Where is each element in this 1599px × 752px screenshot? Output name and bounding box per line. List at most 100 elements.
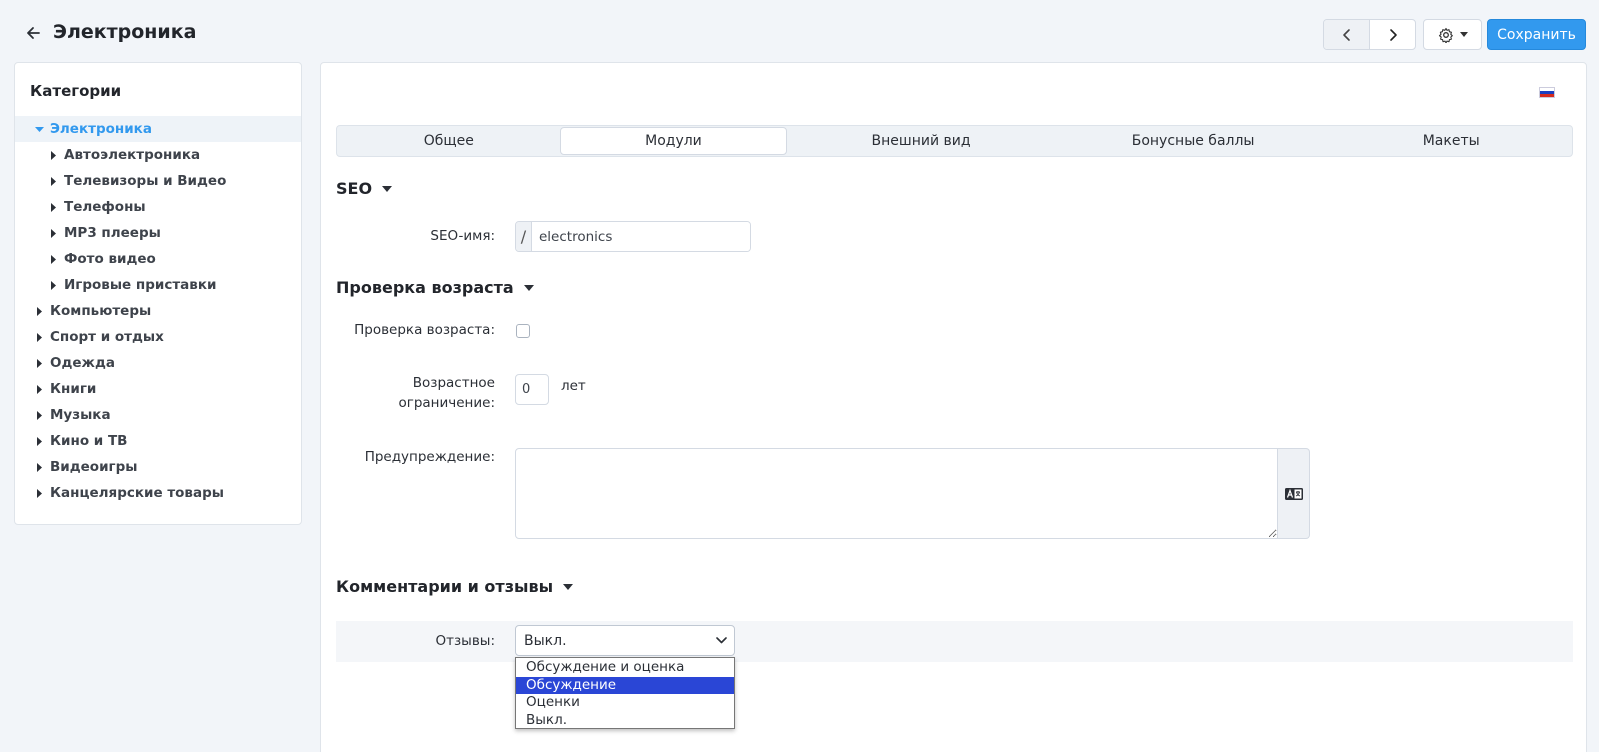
sidebar-item-label: Компьютеры: [50, 303, 152, 319]
age-limit-label: Возрастное ограничение:: [398, 373, 495, 413]
sidebar-item-label: Телевизоры и Видео: [64, 173, 227, 189]
caret-right-icon[interactable]: [46, 228, 60, 238]
sidebar-item[interactable]: Электроника: [15, 116, 301, 142]
sidebar-item-label: MP3 плееры: [64, 225, 161, 241]
sidebar-item[interactable]: MP3 плееры: [15, 220, 301, 246]
caret-down-icon: [382, 185, 393, 192]
reviews-label: Отзывы:: [435, 633, 496, 649]
sidebar-item[interactable]: Компьютеры: [15, 298, 301, 324]
caret-right-icon[interactable]: [46, 280, 60, 290]
caret-right-icon[interactable]: [32, 384, 46, 394]
reviews-select[interactable]: Выкл.: [515, 625, 735, 656]
chevron-left-icon: [1342, 28, 1350, 41]
translate-icon: [1284, 487, 1303, 500]
caret-down-icon: [1459, 32, 1468, 37]
reviews-select-value: Выкл.: [524, 632, 567, 649]
sidebar-item[interactable]: Книги: [15, 376, 301, 402]
caret-right-icon[interactable]: [32, 488, 46, 498]
caret-right-icon[interactable]: [32, 410, 46, 420]
tab-bonus-points[interactable]: Бонусные баллы: [1055, 127, 1332, 155]
caret-right-icon[interactable]: [46, 176, 60, 186]
caret-right-icon[interactable]: [46, 150, 60, 160]
caret-right-icon[interactable]: [46, 254, 60, 264]
seo-section-toggle[interactable]: SEO: [336, 179, 393, 198]
tab-bar: Общее Модули Внешний вид Бонусные баллы …: [336, 125, 1573, 157]
age-limit-label-line2: ограничение:: [398, 395, 495, 411]
language-flag-icon[interactable]: [1539, 87, 1555, 98]
main-panel: Общее Модули Внешний вид Бонусные баллы …: [320, 62, 1587, 752]
sidebar-item[interactable]: Автоэлектроника: [15, 142, 301, 168]
caret-down-icon: [523, 284, 534, 291]
categories-sidebar: Категории Электроника Автоэлектроника Теле…: [14, 62, 302, 525]
sidebar-item-label: Автоэлектроника: [64, 147, 201, 163]
sidebar-item[interactable]: Фото видео: [15, 246, 301, 272]
age-limit-unit: лет: [561, 378, 586, 394]
sidebar-item[interactable]: Музыка: [15, 402, 301, 428]
reviews-option[interactable]: Обсуждение и оценка: [516, 659, 734, 677]
reviews-dropdown-list: Обсуждение и оценка Обсуждение Оценки Выкл.: [515, 657, 735, 729]
gear-icon: [1438, 27, 1453, 43]
sidebar-item[interactable]: Канцелярские товары: [15, 480, 301, 506]
caret-down-icon[interactable]: [32, 126, 46, 132]
age-section-title: Проверка возраста: [336, 278, 514, 297]
sidebar-item-label: Одежда: [50, 355, 115, 371]
seo-prefix: /: [516, 222, 532, 251]
caret-right-icon[interactable]: [32, 436, 46, 446]
seo-name-label: SEO-имя:: [430, 228, 495, 244]
age-check-checkbox[interactable]: [516, 324, 530, 338]
caret-down-icon: [563, 583, 574, 590]
flag-stripe-red: [1540, 93, 1554, 97]
sidebar-item[interactable]: Спорт и отдых: [15, 324, 301, 350]
sidebar-item[interactable]: Телевизоры и Видео: [15, 168, 301, 194]
warning-textarea[interactable]: [515, 448, 1278, 539]
sidebar-item-label: Канцелярские товары: [50, 485, 224, 501]
warning-label: Предупреждение:: [364, 449, 495, 465]
sidebar-item-label: Фото видео: [64, 251, 156, 267]
sidebar-title: Категории: [30, 82, 122, 100]
translate-button[interactable]: [1278, 448, 1310, 539]
sidebar-item[interactable]: Видеоигры: [15, 454, 301, 480]
save-button[interactable]: Сохранить: [1487, 19, 1586, 50]
back-arrow-icon[interactable]: [22, 22, 44, 44]
tab-appearance[interactable]: Внешний вид: [787, 127, 1055, 155]
reviews-option[interactable]: Оценки: [516, 694, 734, 712]
page-title: Электроника: [53, 21, 197, 43]
sidebar-item[interactable]: Одежда: [15, 350, 301, 376]
sidebar-item[interactable]: Кино и ТВ: [15, 428, 301, 454]
next-button[interactable]: [1370, 20, 1415, 49]
sidebar-item-label: Кино и ТВ: [50, 433, 128, 449]
age-limit-input[interactable]: [515, 374, 549, 405]
tab-modules[interactable]: Модули: [559, 127, 788, 155]
seo-name-input[interactable]: [532, 222, 750, 251]
reviews-section-toggle[interactable]: Комментарии и отзывы: [336, 577, 574, 596]
reviews-section-title: Комментарии и отзывы: [336, 577, 554, 596]
caret-right-icon[interactable]: [32, 462, 46, 472]
seo-name-field: /: [515, 221, 751, 252]
sidebar-item-label: Книги: [50, 381, 97, 397]
category-tree: Электроника Автоэлектроника Телевизоры и В…: [15, 116, 301, 506]
sidebar-item-label: Электроника: [50, 121, 152, 137]
age-section-toggle[interactable]: Проверка возраста: [336, 278, 534, 297]
age-limit-label-line1: Возрастное: [412, 375, 495, 391]
reviews-option[interactable]: Выкл.: [516, 712, 734, 730]
caret-right-icon[interactable]: [32, 306, 46, 316]
reviews-option[interactable]: Обсуждение: [516, 676, 734, 694]
caret-right-icon[interactable]: [32, 358, 46, 368]
chevron-down-icon: [716, 637, 727, 644]
chevron-right-icon: [1389, 28, 1397, 41]
sidebar-item-label: Спорт и отдых: [50, 329, 164, 345]
prev-next-group: [1323, 19, 1416, 50]
page-header: Электроника Сохранить: [0, 0, 1599, 60]
tab-general[interactable]: Общее: [338, 127, 560, 155]
tab-layouts[interactable]: Макеты: [1331, 127, 1571, 155]
sidebar-item-label: Игровые приставки: [64, 277, 217, 293]
sidebar-item-label: Музыка: [50, 407, 111, 423]
settings-dropdown-button[interactable]: [1423, 19, 1482, 50]
caret-right-icon[interactable]: [46, 202, 60, 212]
age-check-label: Проверка возраста:: [354, 322, 495, 338]
previous-button[interactable]: [1324, 20, 1370, 49]
sidebar-item-label: Видеоигры: [50, 459, 138, 475]
sidebar-item[interactable]: Телефоны: [15, 194, 301, 220]
caret-right-icon[interactable]: [32, 332, 46, 342]
sidebar-item[interactable]: Игровые приставки: [15, 272, 301, 298]
